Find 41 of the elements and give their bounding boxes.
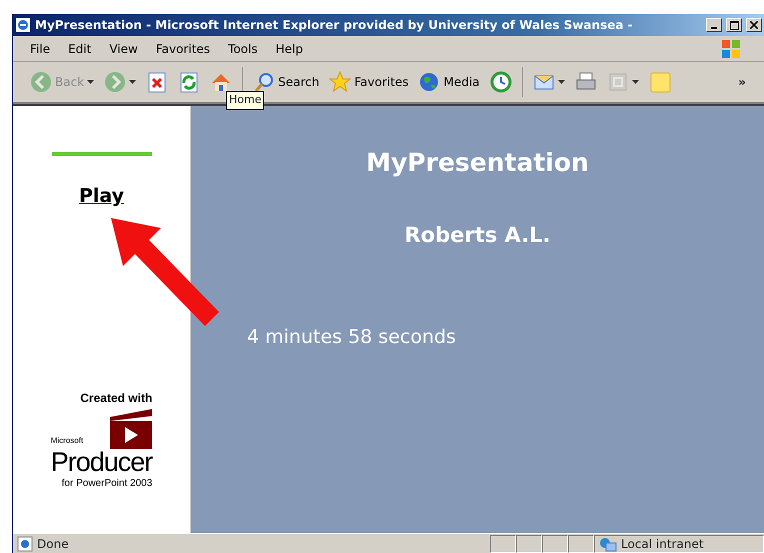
status-bar-panel	[542, 534, 568, 552]
windows-flag-icon	[720, 38, 742, 60]
logo-caption: Created with	[80, 390, 152, 407]
magnifier-icon	[253, 71, 276, 93]
zone-text: Local intranet	[621, 536, 704, 552]
slide-title: MyPresentation	[365, 147, 590, 179]
logo-product: Producer	[50, 449, 152, 476]
logo-subtitle: for PowerPoint 2003	[62, 477, 152, 491]
maximize-button[interactable]	[726, 18, 742, 32]
star-icon	[329, 71, 352, 93]
globe-icon	[418, 71, 441, 93]
window-icon	[606, 71, 629, 93]
window-title: MyPresentation - Microsoft Internet Explorer provided by University of Wales Swansea -	[35, 17, 634, 34]
browser-icon	[15, 17, 31, 33]
menu-item[interactable]: Favorites	[146, 38, 220, 60]
author-name: Roberts A.L.	[403, 222, 552, 248]
menu-item[interactable]: Help	[266, 38, 312, 60]
tooltip: Home	[226, 91, 264, 110]
menu-item[interactable]: View	[100, 38, 147, 60]
stop-icon	[146, 71, 168, 93]
play-link[interactable]: Play	[78, 182, 124, 210]
menu-item[interactable]: Edit	[59, 38, 100, 60]
duration-text: 4 minutes 58 seconds	[247, 325, 457, 350]
logo-maker: Microsoft	[50, 435, 84, 447]
close-button[interactable]	[746, 18, 762, 32]
media-button[interactable]: Media	[416, 69, 483, 95]
house-icon	[210, 71, 232, 93]
toolbar-overflow-button[interactable]: »	[738, 73, 746, 91]
note-icon	[648, 71, 671, 93]
refresh-icon	[178, 71, 200, 93]
menu-item[interactable]: File	[21, 38, 60, 60]
close-icon	[750, 21, 758, 29]
menu-item[interactable]: Tools	[219, 38, 267, 60]
status-bar-panel	[516, 534, 542, 552]
status-bar-panel	[490, 534, 516, 552]
network-globe-icon	[599, 536, 617, 552]
minimize-button[interactable]	[706, 18, 722, 32]
status-text: Done	[37, 536, 69, 552]
clock-icon	[490, 71, 512, 93]
favorites-button[interactable]: Favorites	[326, 69, 412, 95]
maximize-icon	[730, 20, 738, 30]
